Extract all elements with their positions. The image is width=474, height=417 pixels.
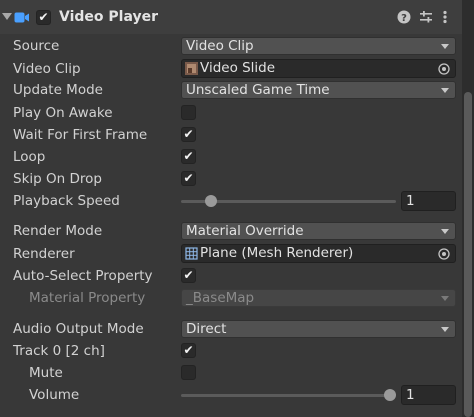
object-picker-icon[interactable] [438,63,450,75]
mute-row: Mute [0,362,462,384]
skip-on-drop-row: Skip On Drop ✔ [0,168,462,190]
video-clip-field[interactable]: Video Slide [181,59,456,78]
audio-output-mode-row: Audio Output Mode Direct [0,318,462,340]
component-title: Video Player [59,9,158,25]
update-mode-dropdown[interactable]: Unscaled Game Time [181,81,456,99]
volume-value: 1 [406,387,415,403]
renderer-row: Renderer Plane (Mesh Renderer) [0,243,462,265]
video-clip-row: Video Clip Video Slide [0,58,462,80]
playback-speed-label: Playback Speed [13,193,120,209]
dropdown-arrow-icon [441,229,449,234]
render-mode-label: Render Mode [13,223,103,239]
auto-select-label: Auto-Select Property [13,268,153,284]
loop-checkbox[interactable]: ✔ [181,149,196,164]
mesh-renderer-icon [185,247,198,260]
volume-slider-track[interactable] [181,394,396,397]
renderer-field[interactable]: Plane (Mesh Renderer) [181,244,456,263]
component-header[interactable]: ✔ Video Player ? [0,0,462,34]
wait-first-frame-row: Wait For First Frame ✔ [0,124,462,146]
track0-checkbox[interactable]: ✔ [181,343,196,358]
render-mode-value: Material Override [186,223,304,239]
loop-label: Loop [13,149,46,165]
volume-slider-thumb[interactable] [384,389,396,401]
dropdown-arrow-icon [441,296,449,301]
playback-speed-value: 1 [406,193,415,209]
volume-label: Volume [29,387,80,403]
source-row: Source Video Clip [0,35,462,57]
loop-row: Loop ✔ [0,146,462,168]
material-property-dropdown: _BaseMap [181,289,456,307]
source-label: Source [13,38,60,54]
wait-first-frame-label: Wait For First Frame [13,127,148,143]
audio-output-mode-label: Audio Output Mode [13,321,144,337]
update-mode-value: Unscaled Game Time [186,82,330,98]
render-mode-row: Render Mode Material Override [0,220,462,242]
video-clip-label: Video Clip [13,61,81,77]
track0-row: Track 0 [2 ch] ✔ [0,340,462,362]
auto-select-checkbox[interactable]: ✔ [181,268,196,283]
source-value: Video Clip [186,38,254,54]
update-mode-label: Update Mode [13,82,103,98]
play-on-awake-label: Play On Awake [13,105,113,121]
skip-on-drop-label: Skip On Drop [13,171,102,187]
object-picker-icon[interactable] [438,248,450,260]
renderer-value: Plane (Mesh Renderer) [200,245,354,261]
play-on-awake-row: Play On Awake [0,102,462,124]
mute-label: Mute [29,365,63,381]
svg-text:?: ? [401,13,407,24]
audio-output-mode-dropdown[interactable]: Direct [181,320,456,338]
scrollbar-thumb[interactable] [464,92,472,417]
renderer-label: Renderer [13,246,75,262]
play-on-awake-checkbox[interactable] [181,105,196,120]
render-mode-dropdown[interactable]: Material Override [181,222,456,240]
preset-icon[interactable] [419,10,433,24]
auto-select-row: Auto-Select Property ✔ [0,265,462,287]
audio-output-mode-value: Direct [186,321,227,337]
source-dropdown[interactable]: Video Clip [181,37,456,55]
video-clip-value: Video Slide [200,60,276,76]
more-menu-icon[interactable] [441,10,449,24]
skip-on-drop-checkbox[interactable]: ✔ [181,171,196,186]
component-enabled-toggle[interactable]: ✔ [36,10,51,25]
video-clip-icon [185,62,198,75]
playback-speed-input[interactable]: 1 [401,191,456,211]
material-property-row: Material Property _BaseMap [0,287,462,309]
help-icon[interactable]: ? [397,10,411,24]
dropdown-arrow-icon [441,44,449,49]
video-player-icon [14,12,29,23]
fold-arrow-icon[interactable] [2,13,12,20]
inspector-scrollbar[interactable] [462,0,474,417]
dropdown-arrow-icon [441,327,449,332]
update-mode-row: Update Mode Unscaled Game Time [0,79,462,101]
wait-first-frame-checkbox[interactable]: ✔ [181,127,196,142]
dropdown-arrow-icon [441,88,449,93]
playback-speed-slider-thumb[interactable] [205,195,218,207]
volume-input[interactable]: 1 [401,385,456,405]
mute-checkbox[interactable] [181,365,196,380]
track0-label: Track 0 [2 ch] [13,343,105,359]
playback-speed-row: Playback Speed 1 [0,190,462,212]
material-property-value: _BaseMap [186,290,255,306]
material-property-label: Material Property [29,290,146,306]
volume-row: Volume 1 [0,384,462,406]
